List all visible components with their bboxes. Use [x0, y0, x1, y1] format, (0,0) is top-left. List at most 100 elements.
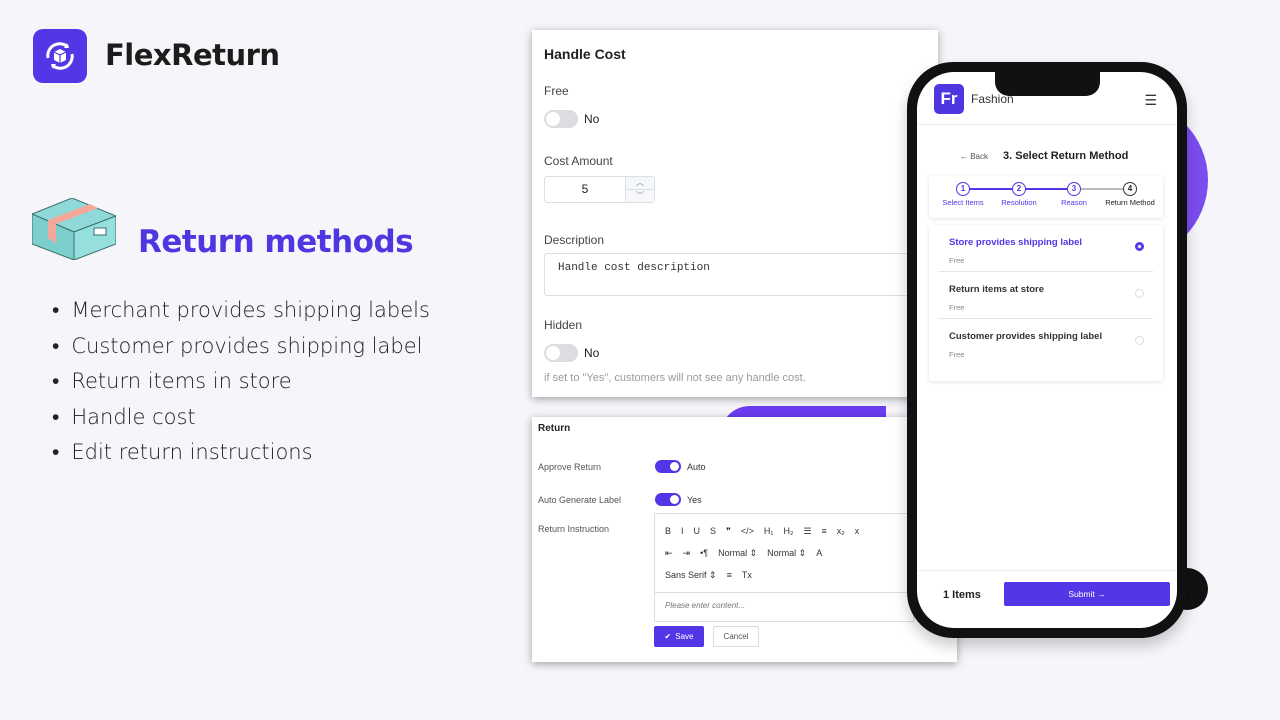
stepper: 1 Select Items 2 Resolution 3 Reason 4 Retur… — [929, 176, 1163, 218]
step-number: 3 — [1067, 182, 1081, 196]
toolbar-button[interactable]: ☰ — [803, 526, 811, 536]
auto-generate-label: Auto Generate Label — [538, 494, 622, 505]
option-title: Return items at store — [949, 284, 1045, 295]
editor-toolbar: B I U S ❞ </> H₁ H₂ ☰ ≡ x₂ x ⇤ ⇥ •¶ Normal ⇕ Normal ⇕ A Sa… — [655, 514, 913, 593]
toolbar-button[interactable]: I — [681, 526, 684, 536]
hidden-label: Hidden — [544, 318, 583, 333]
save-label: Save — [675, 632, 694, 641]
section-title: Return methods — [138, 224, 414, 260]
step-label: Return Method — [1105, 198, 1155, 207]
feature-list: Merchant provides shipping labels Custom… — [50, 298, 430, 476]
feature-item: Edit return instructions — [50, 440, 430, 476]
auto-generate-value: Yes — [687, 494, 702, 505]
step-label: Reason — [1061, 198, 1087, 207]
option-title: Customer provides shipping label — [949, 331, 1103, 342]
increment-icon[interactable]: ︿ — [626, 177, 654, 189]
toolbar-button[interactable]: •¶ — [700, 548, 708, 558]
auto-generate-toggle[interactable] — [655, 493, 681, 506]
toolbar-button[interactable]: </> — [741, 526, 754, 536]
toolbar-button[interactable]: ⇥ — [683, 548, 691, 558]
feature-item: Return items in store — [50, 369, 430, 405]
return-option[interactable]: Return items at store Free — [939, 272, 1153, 319]
radio[interactable] — [1135, 289, 1144, 298]
step-2: 2 Resolution — [989, 182, 1049, 207]
step-number: 4 — [1123, 182, 1137, 196]
option-price: Free — [949, 303, 965, 312]
editor-content[interactable]: Please enter content... — [655, 593, 913, 621]
feature-item: Handle cost — [50, 405, 430, 441]
return-method-options: Store provides shipping label Free Return… — [929, 225, 1163, 381]
package-box-icon — [30, 197, 118, 265]
toolbar-button[interactable]: ≡ — [727, 570, 732, 580]
menu-icon[interactable]: ☰ — [1144, 92, 1157, 109]
step-4: 4 Return Method — [1100, 182, 1160, 207]
phone-mockup: Fr Fashion ☰ ← Back 3. Select Return Met… — [907, 62, 1187, 638]
toolbar-button[interactable]: ⇤ — [665, 548, 673, 558]
return-option[interactable]: Customer provides shipping label Free — [939, 319, 1153, 366]
toolbar-button[interactable]: Tx — [742, 570, 752, 580]
phone-screen: Fr Fashion ☰ ← Back 3. Select Return Met… — [917, 72, 1177, 628]
approve-return-label: Approve Return — [538, 461, 602, 472]
items-count: 1 Items — [943, 589, 981, 601]
panel-title: Handle Cost — [544, 46, 626, 62]
toolbar-button[interactable]: Normal ⇕ — [718, 548, 757, 558]
toolbar-button[interactable]: A — [816, 548, 822, 558]
toolbar-button[interactable]: H₁ — [764, 526, 774, 536]
cancel-button[interactable]: Cancel — [713, 626, 759, 647]
option-title: Store provides shipping label — [949, 237, 1083, 248]
decrement-icon[interactable]: ﹀ — [626, 189, 654, 202]
approve-return-toggle[interactable] — [655, 460, 681, 473]
cost-amount-stepper[interactable]: 5 ︿ ﹀ — [544, 176, 655, 204]
description-label: Description — [544, 233, 605, 248]
brand-name: FlexReturn — [105, 38, 280, 72]
shop-logo: Fr — [934, 84, 964, 114]
submit-button[interactable]: Submit → — [1004, 582, 1170, 606]
return-option[interactable]: Store provides shipping label Free — [939, 225, 1153, 272]
return-panel: Return Approve Return Auto Auto Generate … — [532, 417, 957, 662]
option-price: Free — [949, 256, 965, 265]
cost-amount-input[interactable]: 5 — [545, 177, 625, 202]
cost-amount-label: Cost Amount — [544, 154, 613, 169]
step-label: Resolution — [1001, 198, 1037, 207]
toolbar-button[interactable]: B — [665, 526, 671, 536]
option-price: Free — [949, 350, 965, 359]
free-value: No — [584, 112, 600, 126]
flexreturn-logo — [33, 29, 87, 83]
toolbar-button[interactable]: H₂ — [783, 526, 793, 536]
free-label: Free — [544, 84, 569, 98]
approve-return-value: Auto — [687, 461, 706, 472]
toolbar-button[interactable]: Normal ⇕ — [767, 548, 806, 558]
step-3: 3 Reason — [1044, 182, 1104, 207]
description-textarea[interactable]: Handle cost description2 — [544, 253, 924, 297]
return-instruction-label: Return Instruction — [538, 524, 610, 534]
shop-name: Fashion — [971, 92, 1014, 106]
step-label: Select Items — [942, 198, 984, 207]
panel-title: Return — [538, 423, 571, 434]
free-toggle[interactable] — [544, 110, 578, 128]
step-number: 1 — [956, 182, 970, 196]
radio[interactable] — [1135, 336, 1144, 345]
toolbar-button[interactable]: ≡ — [822, 526, 827, 536]
step-number: 2 — [1012, 182, 1026, 196]
radio-selected[interactable] — [1135, 242, 1144, 251]
rich-text-editor: B I U S ❞ </> H₁ H₂ ☰ ≡ x₂ x ⇤ ⇥ •¶ Normal ⇕ Normal ⇕ A Sa… — [654, 513, 914, 622]
hidden-value: No — [584, 346, 600, 361]
back-link[interactable]: ← Back — [960, 152, 988, 161]
phone-footer: 1 Items Submit → — [917, 570, 1177, 628]
description-text: Handle cost description — [558, 262, 710, 275]
divider — [917, 124, 1177, 125]
save-button[interactable]: ✔ Save — [654, 626, 704, 647]
toolbar-button[interactable]: U — [694, 526, 701, 536]
hidden-toggle[interactable] — [544, 344, 578, 363]
hidden-hint: if set to "Yes", customers will not see … — [544, 372, 806, 385]
toolbar-button[interactable]: x₂ — [837, 526, 845, 536]
toolbar-button[interactable]: x — [855, 526, 860, 536]
step-1: 1 Select Items — [933, 182, 993, 207]
toolbar-button[interactable]: S — [710, 526, 716, 536]
handle-cost-panel: Handle Cost Free No Cost Amount 5 ︿ ﹀ Des… — [532, 30, 938, 397]
toolbar-button[interactable]: ❞ — [726, 526, 731, 536]
toolbar-button[interactable]: Sans Serif ⇕ — [665, 570, 717, 580]
feature-item: Customer provides shipping label — [50, 334, 430, 370]
feature-item: Merchant provides shipping labels — [50, 298, 430, 334]
check-circle-icon: ✔ — [664, 632, 672, 641]
